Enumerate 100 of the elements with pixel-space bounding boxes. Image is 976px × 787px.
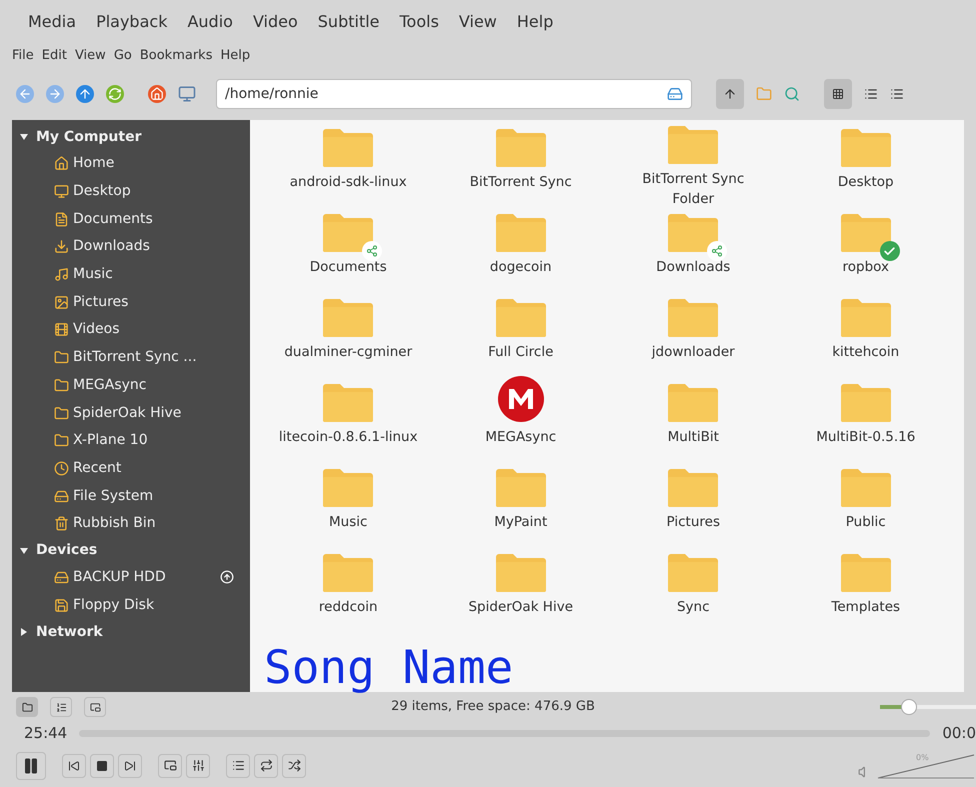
sidebar-item[interactable]: Floppy Disk bbox=[73, 594, 234, 616]
sidebar-item[interactable]: Recent bbox=[73, 458, 234, 479]
list-view-icon[interactable] bbox=[864, 87, 878, 101]
fullscreen-button[interactable] bbox=[158, 754, 182, 778]
panel-toggle-button[interactable] bbox=[84, 697, 106, 717]
expander-down-icon[interactable] bbox=[20, 133, 28, 141]
toggle-button[interactable] bbox=[716, 79, 744, 109]
remaining-time: 00:0 bbox=[942, 722, 976, 744]
sidebar-item[interactable]: Music bbox=[73, 264, 234, 286]
menu-item[interactable]: File bbox=[12, 46, 34, 66]
menu-item[interactable]: Help bbox=[516, 10, 554, 34]
folder-name[interactable]: MultiBit-0.5.16 bbox=[816, 427, 916, 447]
volume-label: 0% bbox=[916, 752, 929, 762]
folder-name[interactable]: BitTorrent Sync bbox=[470, 172, 572, 192]
folder-name[interactable]: Music bbox=[329, 512, 368, 532]
folder-name[interactable]: android-sdk-linux bbox=[290, 172, 407, 192]
folder-name[interactable]: reddcoin bbox=[318, 597, 378, 617]
pause-button[interactable] bbox=[16, 752, 46, 780]
section-heading: My Computer bbox=[36, 128, 142, 146]
sidebar-item[interactable]: BACKUP HDD bbox=[73, 566, 216, 588]
sidebar-item[interactable]: Home bbox=[73, 153, 234, 174]
monitor-icon bbox=[54, 184, 69, 200]
sidebar-item[interactable]: BitTorrent Sync ... bbox=[73, 347, 234, 368]
image-icon bbox=[54, 294, 69, 310]
folder-name[interactable]: SpiderOak Hive bbox=[468, 597, 574, 617]
folder-name[interactable]: kittehcoin bbox=[832, 342, 900, 362]
folder-name[interactable]: MultiBit bbox=[668, 427, 719, 447]
drive-icon bbox=[54, 570, 69, 585]
window-icon bbox=[164, 759, 176, 772]
folder-icon bbox=[322, 128, 374, 168]
folder-name[interactable]: Templates bbox=[831, 597, 900, 617]
menu-item[interactable]: Video bbox=[252, 10, 298, 34]
folder-icon bbox=[54, 350, 69, 366]
monitor-icon[interactable] bbox=[178, 85, 196, 103]
folder-name[interactable]: Sync bbox=[676, 597, 710, 617]
sidebar-item[interactable]: Videos bbox=[73, 319, 234, 340]
folder-name[interactable]: dogecoin bbox=[490, 257, 552, 277]
folder-icon bbox=[840, 128, 892, 168]
menu-item[interactable]: Bookmarks bbox=[140, 46, 212, 66]
status-text: 29 items, Free space: 476.9 GB bbox=[390, 698, 596, 716]
folder-name[interactable]: Documents bbox=[310, 257, 387, 277]
folder-name[interactable]: Downloads bbox=[656, 257, 730, 277]
sidebar-item[interactable]: MEGAsync bbox=[73, 374, 234, 396]
sidebar-item[interactable]: Downloads bbox=[73, 236, 234, 258]
folder-name[interactable]: MEGAsync bbox=[485, 427, 556, 447]
sidebar-item[interactable]: Desktop bbox=[73, 181, 234, 202]
panel-icon bbox=[90, 702, 100, 712]
folder-icon bbox=[54, 433, 69, 448]
folder-icon bbox=[322, 298, 374, 338]
tree-toggle-button[interactable] bbox=[50, 697, 72, 717]
menu-item[interactable]: Edit bbox=[42, 46, 67, 66]
menu-item[interactable]: Go bbox=[114, 46, 132, 66]
location-field[interactable]: /home/ronnie bbox=[216, 79, 692, 109]
folder-name[interactable]: Pictures bbox=[666, 512, 720, 532]
folder-name[interactable]: dualminer-cgminer bbox=[284, 342, 412, 362]
sidebar-item[interactable]: Documents bbox=[73, 208, 234, 230]
drive-icon bbox=[667, 86, 683, 102]
shuffle-button[interactable] bbox=[282, 754, 306, 778]
compact-view-icon[interactable] bbox=[890, 87, 904, 101]
loop-button[interactable] bbox=[254, 754, 278, 778]
eject-icon[interactable] bbox=[220, 570, 234, 584]
sidebar-toggle-button[interactable] bbox=[16, 697, 38, 717]
icon-view-button[interactable] bbox=[824, 79, 852, 109]
menu-item[interactable]: Tools bbox=[400, 10, 439, 34]
menu-item[interactable]: Subtitle bbox=[318, 10, 380, 34]
playlist-button[interactable] bbox=[226, 754, 250, 778]
menu-item[interactable]: View bbox=[74, 46, 106, 66]
folder-icon bbox=[54, 378, 69, 393]
next-button[interactable] bbox=[118, 754, 142, 778]
expander-down-icon[interactable] bbox=[20, 546, 28, 555]
folder-icon bbox=[322, 213, 374, 253]
home-icon[interactable] bbox=[148, 85, 166, 103]
folder-name[interactable]: litecoin-0.8.6.1-linux bbox=[278, 427, 418, 447]
menu-item[interactable]: Playback bbox=[96, 10, 168, 34]
sidebar-item[interactable]: SpiderOak Hive bbox=[73, 402, 234, 424]
folder-name[interactable]: MyPaint bbox=[494, 512, 548, 532]
zoom-slider[interactable] bbox=[880, 699, 976, 715]
folder-icon bbox=[667, 468, 720, 508]
folder-name[interactable]: BitTorrent Sync Folder bbox=[623, 169, 764, 209]
equalizer-button[interactable] bbox=[186, 754, 210, 778]
sidebar-item[interactable]: Pictures bbox=[73, 292, 234, 313]
folder-name[interactable]: jdownloader bbox=[652, 342, 735, 362]
logo-icon bbox=[496, 375, 545, 423]
expander-right-icon[interactable] bbox=[20, 628, 28, 636]
folder-name[interactable]: Full Circle bbox=[488, 342, 554, 362]
menu-item[interactable]: Media bbox=[28, 10, 76, 34]
sidebar-item[interactable]: X-Plane 10 bbox=[73, 430, 234, 452]
up-icon[interactable] bbox=[76, 85, 94, 103]
folder-name[interactable]: Desktop bbox=[838, 172, 894, 192]
menu-item[interactable]: Audio bbox=[187, 10, 233, 34]
folder-icon bbox=[840, 468, 892, 508]
folder-name[interactable]: Public bbox=[846, 512, 886, 532]
folder-icon bbox=[494, 128, 547, 168]
stop-button[interactable] bbox=[90, 754, 114, 778]
menu-item[interactable]: Help bbox=[220, 46, 250, 66]
sidebar-item[interactable]: Rubbish Bin bbox=[73, 513, 234, 534]
folder-name[interactable]: ropbox bbox=[842, 257, 889, 277]
menu-item[interactable]: View bbox=[458, 10, 497, 34]
previous-button[interactable] bbox=[62, 754, 86, 778]
sidebar-item[interactable]: File System bbox=[73, 486, 234, 507]
